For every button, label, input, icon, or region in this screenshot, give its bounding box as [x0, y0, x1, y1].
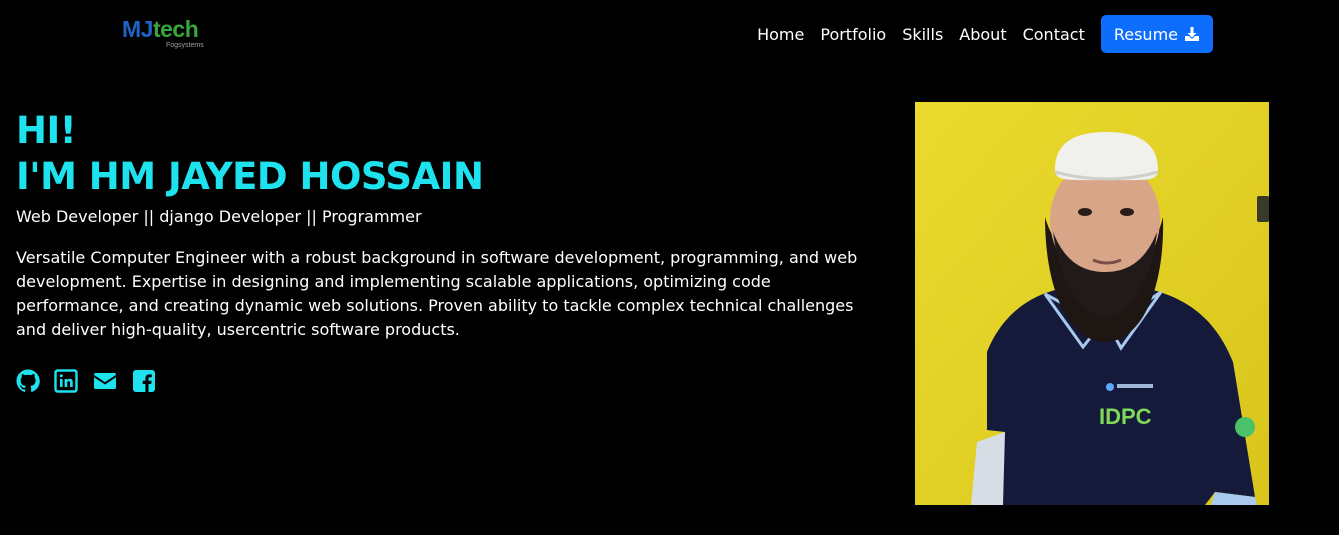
hero-bio: Versatile Computer Engineer with a robus… [16, 248, 858, 339]
linkedin-link[interactable] [54, 369, 78, 393]
portrait-illustration: IDPC [915, 102, 1269, 505]
download-icon [1185, 27, 1199, 41]
github-link[interactable] [16, 369, 40, 393]
github-icon [16, 369, 40, 392]
nav-portfolio[interactable]: Portfolio [820, 25, 886, 44]
resume-button[interactable]: Resume [1100, 15, 1213, 53]
linkedin-icon [54, 369, 78, 393]
envelope-icon [94, 373, 116, 389]
hero-title: HI! I'M HM JAYED HOSSAIN [16, 108, 484, 200]
main-nav: Home Portfolio Skills About Contact Resu… [757, 15, 1213, 53]
email-link[interactable] [92, 369, 118, 393]
brand-logo[interactable]: MJtech Fogsystems [122, 16, 204, 52]
nav-about[interactable]: About [959, 25, 1006, 44]
profile-photo: IDPC [915, 102, 1269, 505]
logo-subtitle: Fogsystems [166, 42, 204, 49]
hero-greeting: HI! [16, 109, 77, 152]
social-links [16, 369, 156, 393]
facebook-link[interactable] [132, 369, 156, 393]
hero-name: I'M HM JAYED HOSSAIN [16, 155, 484, 198]
hero-roles: Web Developer || django Developer || Pro… [16, 207, 422, 226]
shirt-badge-text: IDPC [1099, 404, 1152, 429]
logo-wordmark: MJtech [122, 16, 199, 42]
nav-home[interactable]: Home [757, 25, 804, 44]
nav-skills[interactable]: Skills [902, 25, 943, 44]
nav-contact[interactable]: Contact [1023, 25, 1085, 44]
facebook-icon [133, 370, 155, 392]
resume-label: Resume [1113, 24, 1178, 44]
